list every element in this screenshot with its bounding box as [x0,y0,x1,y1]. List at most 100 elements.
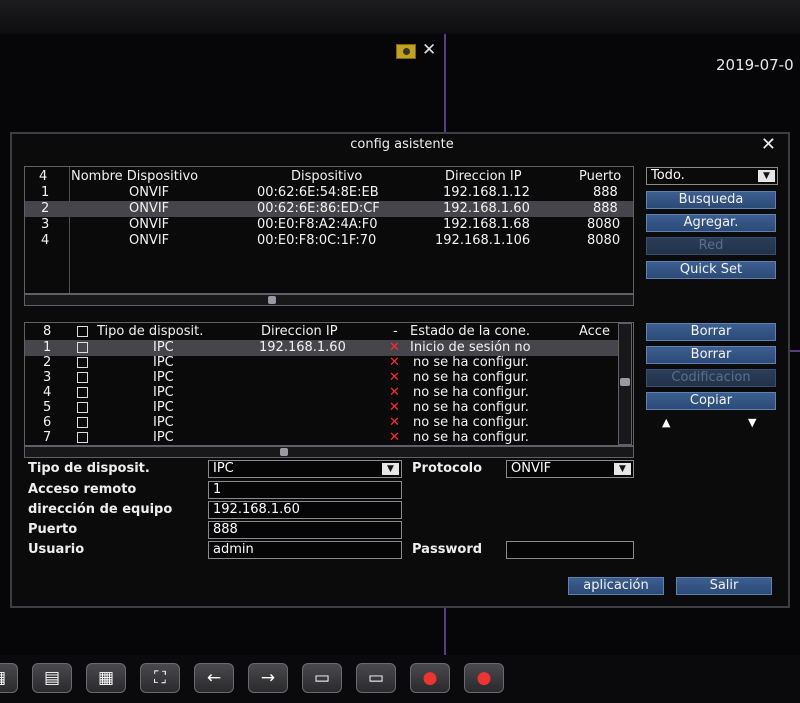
table-row[interactable]: 1 ONVIF 00:62:6E:54:8E:EB 192.168.1.12 8… [25,185,633,201]
row-status: no se ha configur. [413,430,529,445]
header-status[interactable]: Estado de la cone. [410,324,530,340]
dialog-title: config asistente [350,137,454,152]
camera-settings-icon[interactable]: ▭ [302,663,342,693]
select-all-checkbox[interactable] [77,326,88,337]
row-ip: 192.168.1.60 [259,340,346,355]
search-results-table: 4 Nombre Dispositivo Dispositivo Direcci… [24,166,634,294]
apply-button[interactable]: aplicación [568,577,664,595]
record-stop-icon[interactable]: ● [464,663,504,693]
table-row[interactable]: 4 IPC ✕ no se ha configur. [25,385,619,401]
row-index: 2 [43,355,52,370]
record-icon[interactable]: ● [410,663,450,693]
chevron-down-icon[interactable]: ▼ [758,170,775,182]
row-device: 00:62:6E:54:8E:EB [257,185,379,200]
camera-icon[interactable] [396,44,416,59]
added-table-vscroll[interactable] [618,323,632,445]
device-type-label: Tipo de disposit. [28,461,150,476]
close-icon[interactable]: ✕ [422,40,436,60]
row-checkbox[interactable] [77,342,88,353]
remote-access-label: Acceso remoto [28,482,137,497]
header-ip[interactable]: Direccion IP [445,169,522,185]
scroll-thumb[interactable] [620,378,630,386]
row-checkbox[interactable] [77,387,88,398]
row-type: IPC [153,400,174,415]
add-button[interactable]: Agregar. [646,214,776,232]
header-count: 4 [39,169,48,184]
search-table-hscroll[interactable] [24,294,634,306]
table-row[interactable]: 5 IPC ✕ no se ha configur. [25,400,619,416]
move-down-icon[interactable]: ▼ [748,416,756,429]
search-table-header: 4 Nombre Dispositivo Dispositivo Direcci… [25,169,633,185]
row-index: 1 [41,185,50,200]
delete-button-2[interactable]: Borrar [646,346,776,364]
row-port: 888 [593,185,618,200]
row-checkbox[interactable] [77,402,88,413]
table-row[interactable]: 4 ONVIF 00:E0:F8:0C:1F:70 192.168.1.106 … [25,233,633,249]
row-checkbox[interactable] [77,417,88,428]
quick-set-button[interactable]: Quick Set [646,261,776,279]
scroll-thumb[interactable] [280,448,288,456]
header-device[interactable]: Dispositivo [291,169,362,185]
header-device-name[interactable]: Nombre Dispositivo [71,169,198,185]
device-type-select[interactable]: IPC ▼ [208,460,402,478]
layout-1-icon[interactable]: ▦ [0,663,18,693]
added-table-hscroll[interactable] [24,446,634,458]
row-index: 7 [43,430,52,445]
encoding-button[interactable]: Codificacion [646,369,776,387]
table-row[interactable]: 3 IPC ✕ no se ha configur. [25,370,619,386]
row-type: IPC [153,370,174,385]
exit-button[interactable]: Salir [676,577,772,595]
next-icon[interactable]: → [248,663,288,693]
camera-add-icon[interactable]: ▭ [356,663,396,693]
row-type: IPC [153,415,174,430]
protocol-label: Protocolo [412,461,483,476]
table-row[interactable]: 1 IPC 192.168.1.60 ✕ Inicio de sesión no [25,340,619,356]
table-row[interactable]: 3 ONVIF 00:E0:F8:A2:4A:F0 192.168.1.68 8… [25,217,633,233]
user-field[interactable]: admin [208,541,402,559]
header-type[interactable]: Tipo de disposit. [97,324,203,340]
row-device: 00:E0:F8:0C:1F:70 [257,233,377,248]
row-index: 3 [43,370,52,385]
row-index: 1 [43,340,52,355]
fullscreen-icon[interactable]: ⛶ [140,663,180,693]
clock: 2019-07-0 [716,56,794,74]
dialog-close-icon[interactable]: ✕ [761,134,776,155]
delete-button[interactable]: Borrar [646,323,776,341]
row-checkbox[interactable] [77,372,88,383]
table-row[interactable]: 6 IPC ✕ no se ha configur. [25,415,619,431]
search-button[interactable]: Busqueda [646,191,776,209]
config-wizard-dialog: config asistente ✕ 4 Nombre Dispositivo … [10,132,790,608]
network-button[interactable]: Red [646,237,776,255]
row-device: 00:E0:F8:A2:4A:F0 [257,217,378,232]
password-field[interactable] [506,541,634,559]
row-index: 6 [43,415,52,430]
row-status: no se ha configur. [413,370,529,385]
move-up-icon[interactable]: ▲ [662,416,670,429]
layout-4-icon[interactable]: ▤ [32,663,72,693]
port-field[interactable]: 888 [208,521,402,539]
scroll-thumb[interactable] [268,296,276,304]
header-access[interactable]: Acce [579,324,610,340]
row-device: 00:62:6E:86:ED:CF [257,201,380,216]
chevron-down-icon[interactable]: ▼ [614,463,631,475]
row-port: 888 [593,201,618,216]
remote-access-field[interactable]: 1 [208,481,402,499]
copy-button[interactable]: Copiar [646,392,776,410]
address-field[interactable]: 192.168.1.60 [208,501,402,519]
row-index: 5 [43,400,52,415]
previous-icon[interactable]: ← [194,663,234,693]
row-name: ONVIF [129,185,170,200]
header-ip[interactable]: Direccion IP [261,324,338,340]
table-row[interactable]: 7 IPC ✕ no se ha configur. [25,430,619,446]
chevron-down-icon[interactable]: ▼ [382,463,399,475]
protocol-select[interactable]: ONVIF ▼ [506,460,634,478]
row-checkbox[interactable] [77,357,88,368]
row-type: IPC [153,355,174,370]
filter-select[interactable]: Todo. ▼ [646,167,778,185]
status-error-icon: ✕ [389,415,400,430]
table-row[interactable]: 2 IPC ✕ no se ha configur. [25,355,619,371]
layout-9-icon[interactable]: ▦ [86,663,126,693]
header-port[interactable]: Puerto [579,169,621,185]
table-row[interactable]: 2 ONVIF 00:62:6E:86:ED:CF 192.168.1.60 8… [25,201,633,217]
row-checkbox[interactable] [77,432,88,443]
